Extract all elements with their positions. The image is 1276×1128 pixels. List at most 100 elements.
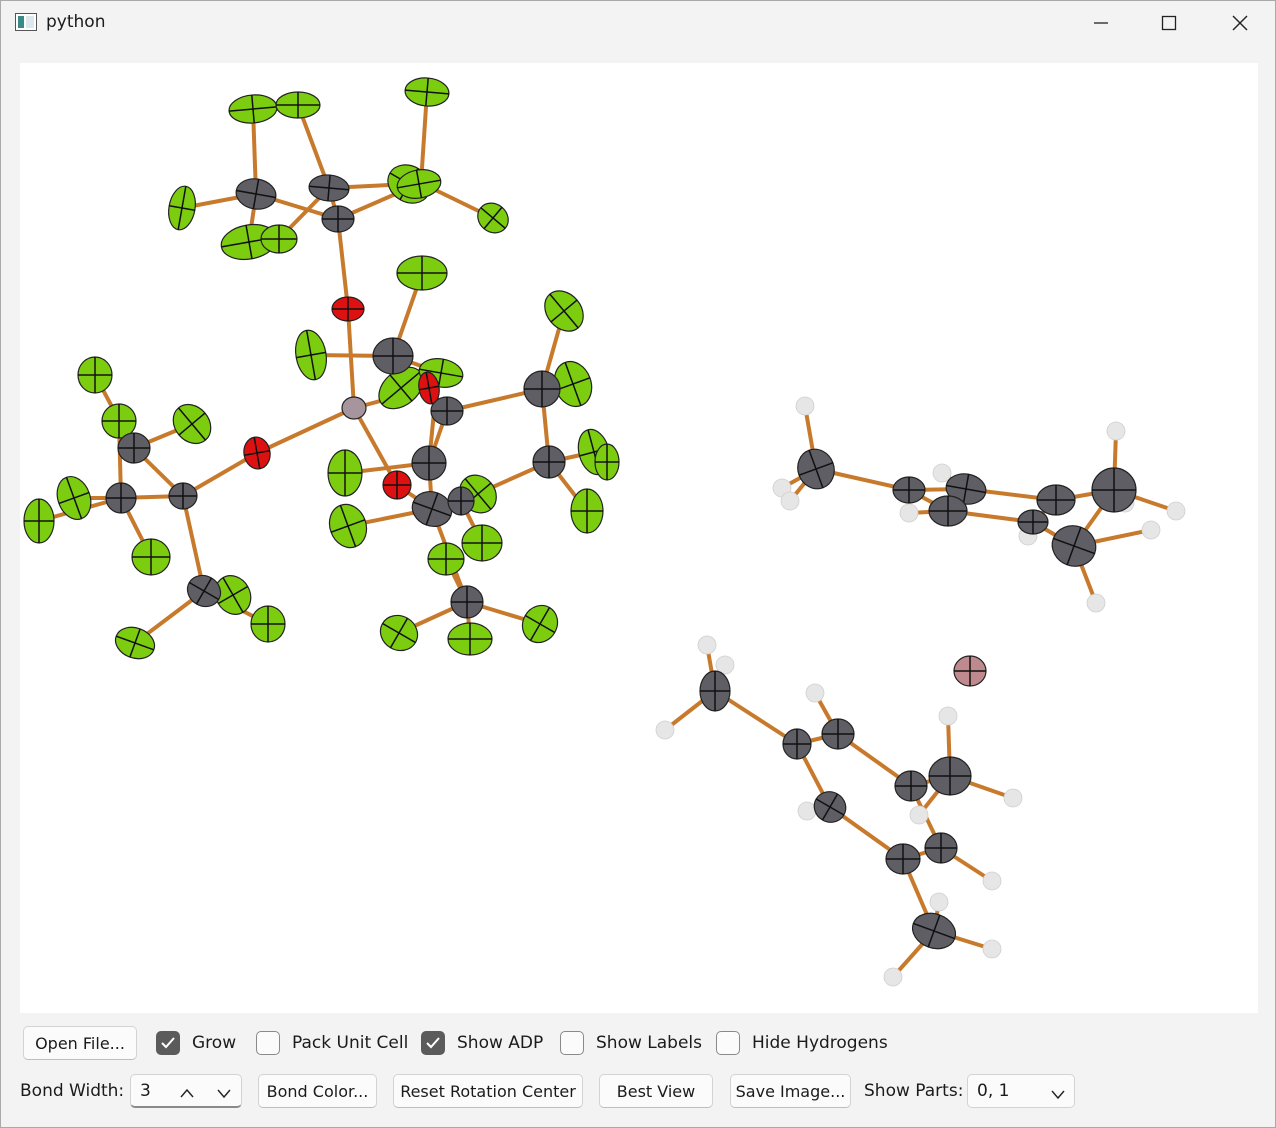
carbon-atom[interactable] (168, 482, 198, 510)
fluorine-atom[interactable] (77, 356, 113, 394)
fluorine-atom[interactable] (250, 605, 286, 643)
pack-unit-cell-checkbox[interactable]: Pack Unit Cell (256, 1028, 408, 1058)
hydrogen-atom[interactable] (805, 683, 825, 703)
carbon-atom[interactable] (532, 445, 566, 479)
maximize-button[interactable] (1134, 1, 1204, 45)
hydrogen-atom[interactable] (899, 503, 919, 523)
carbon-atom[interactable] (1046, 520, 1101, 573)
fluorine-atom[interactable] (461, 524, 503, 562)
hydrogen-atom[interactable] (1086, 593, 1106, 613)
hydrogen-atom[interactable] (883, 967, 903, 987)
best-view-button[interactable]: Best View (599, 1074, 713, 1108)
fluorine-atom[interactable] (23, 498, 55, 544)
bond-width-spinbox[interactable]: 3 (130, 1074, 242, 1108)
carbon-atom[interactable] (908, 908, 961, 955)
carbon-atom[interactable] (450, 585, 484, 619)
hydrogen-atom[interactable] (1106, 421, 1126, 441)
bond-width-value: 3 (140, 1081, 151, 1101)
fluorine-atom[interactable] (327, 449, 363, 497)
carbon-atom[interactable] (372, 337, 414, 375)
show-adp-checkbox[interactable]: Show ADP (421, 1028, 543, 1058)
carbon-atom[interactable] (407, 486, 456, 532)
grow-checkbox[interactable]: Grow (156, 1028, 236, 1058)
bond (255, 406, 356, 455)
hydrogen-atom[interactable] (780, 491, 800, 511)
carbon-atom[interactable] (411, 445, 447, 481)
carbon-atom[interactable] (1036, 484, 1076, 516)
checkbox-empty-icon (560, 1031, 584, 1055)
oxygen-atom[interactable] (241, 435, 272, 471)
fluorine-atom[interactable] (374, 609, 424, 657)
fluorine-atom[interactable] (570, 488, 604, 534)
decrement-chevron-down-icon[interactable] (216, 1084, 232, 1104)
hydrogen-atom[interactable] (697, 635, 717, 655)
open-file-button[interactable]: Open File... (23, 1026, 137, 1060)
hydrogen-atom[interactable] (929, 892, 949, 912)
hydrogen-atom[interactable] (1141, 520, 1161, 540)
show-parts-value: 0, 1 (977, 1081, 1010, 1101)
fluorine-atom[interactable] (165, 184, 198, 232)
carbon-atom[interactable] (821, 718, 855, 750)
hydrogen-atom[interactable] (1166, 501, 1186, 521)
hydrogen-atom[interactable] (982, 871, 1002, 891)
carbon-atom[interactable] (523, 370, 561, 408)
fluorine-atom[interactable] (427, 542, 465, 576)
carbon-atom[interactable] (234, 176, 279, 212)
fluorine-atom[interactable] (404, 76, 450, 108)
carbon-atom[interactable] (321, 205, 355, 233)
fluorine-atom[interactable] (165, 397, 218, 451)
hydrogen-atom[interactable] (982, 939, 1002, 959)
title-bar[interactable]: python (1, 1, 1275, 45)
hydrogen-atom[interactable] (1003, 788, 1023, 808)
close-button[interactable] (1205, 1, 1275, 45)
hydrogen-atom[interactable] (938, 706, 958, 726)
fluorine-atom[interactable] (292, 328, 330, 382)
fluorine-atom[interactable] (594, 443, 620, 481)
hydrogen-atom[interactable] (797, 801, 817, 821)
central-atom[interactable] (341, 396, 367, 420)
ion-atom[interactable] (953, 655, 987, 687)
carbon-atom[interactable] (308, 173, 350, 202)
oxygen-atom[interactable] (382, 470, 412, 500)
carbon-atom[interactable] (809, 786, 852, 828)
hydrogen-atom[interactable] (795, 396, 815, 416)
fluorine-atom[interactable] (275, 91, 321, 119)
carbon-atom[interactable] (1091, 467, 1137, 513)
fluorine-atom[interactable] (228, 93, 278, 125)
window-title: python (46, 12, 106, 32)
fluorine-atom[interactable] (516, 599, 564, 649)
fluorine-atom[interactable] (260, 224, 298, 254)
save-image-button[interactable]: Save Image... (730, 1074, 851, 1108)
hide-hydrogens-checkbox[interactable]: Hide Hydrogens (716, 1028, 888, 1058)
carbon-atom[interactable] (928, 756, 972, 796)
fluorine-atom[interactable] (472, 197, 515, 239)
fluorine-atom[interactable] (131, 538, 171, 576)
molecule-canvas[interactable] (20, 63, 1258, 1013)
carbon-atom[interactable] (105, 482, 137, 514)
fluorine-atom[interactable] (447, 622, 493, 656)
increment-chevron-up-icon[interactable] (179, 1084, 195, 1104)
oxygen-atom[interactable] (331, 296, 365, 322)
carbon-atom[interactable] (117, 432, 151, 464)
hydrogen-atom[interactable] (909, 805, 929, 825)
carbon-atom[interactable] (782, 728, 812, 760)
reset-rotation-center-button[interactable]: Reset Rotation Center (393, 1074, 583, 1108)
carbon-atom[interactable] (885, 843, 921, 875)
bond-color-button[interactable]: Bond Color... (258, 1074, 377, 1108)
minimize-button[interactable] (1066, 1, 1136, 45)
carbon-atom[interactable] (894, 770, 928, 802)
show-parts-dropdown[interactable]: 0, 1 (967, 1074, 1075, 1108)
carbon-atom[interactable] (924, 832, 958, 864)
fluorine-atom[interactable] (396, 255, 448, 291)
carbon-atom[interactable] (447, 486, 475, 516)
carbon-atom[interactable] (928, 495, 968, 527)
show-labels-checkbox[interactable]: Show Labels (560, 1028, 702, 1058)
hydrogen-atom[interactable] (655, 720, 675, 740)
carbon-atom[interactable] (892, 476, 926, 504)
carbon-atom[interactable] (1017, 509, 1049, 535)
fluorine-atom[interactable] (537, 283, 591, 339)
carbon-atom[interactable] (699, 670, 731, 712)
fluorine-atom[interactable] (324, 499, 373, 553)
molecule-viewport[interactable] (20, 63, 1258, 1013)
hydrogen-atom[interactable] (932, 463, 952, 483)
